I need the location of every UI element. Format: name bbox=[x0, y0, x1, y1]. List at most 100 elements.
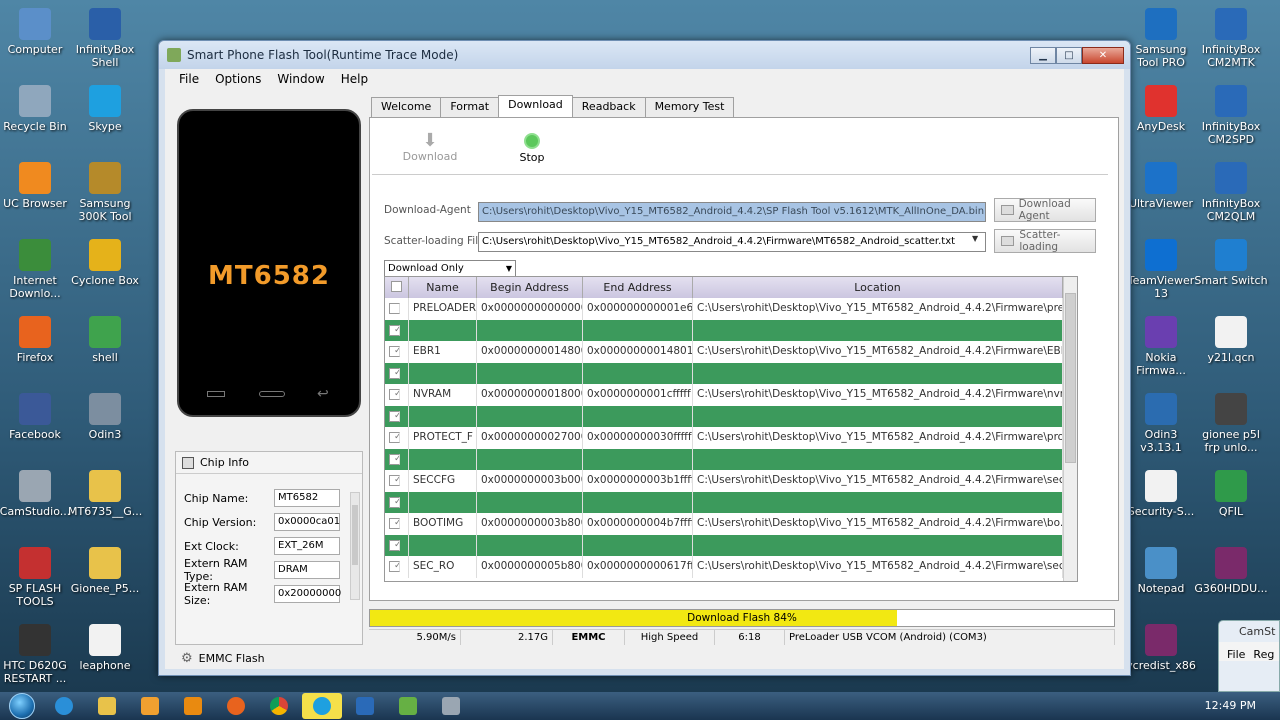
col-location[interactable]: Location bbox=[693, 277, 1063, 298]
taskbar-firefox[interactable] bbox=[216, 693, 256, 719]
desktop-icon[interactable]: leaphone bbox=[68, 624, 142, 672]
table-row[interactable]: ✓ bbox=[385, 534, 1077, 556]
desktop-icon[interactable]: Firefox bbox=[0, 316, 72, 364]
desktop-icon[interactable]: Recycle Bin bbox=[0, 85, 72, 133]
row-checkbox-cell[interactable]: ✓ bbox=[385, 362, 409, 384]
desktop-icon[interactable]: InfinityBox CM2QLM bbox=[1194, 162, 1268, 223]
tab-memory-test[interactable]: Memory Test bbox=[644, 97, 735, 117]
desktop-icon[interactable]: UC Browser bbox=[0, 162, 72, 210]
row-checkbox[interactable]: ✓ bbox=[389, 367, 400, 379]
desktop-icon[interactable]: TeamViewer 13 bbox=[1124, 239, 1198, 300]
row-checkbox-cell[interactable]: ✓ bbox=[385, 384, 409, 406]
row-checkbox[interactable]: ✓ bbox=[389, 475, 400, 486]
table-row[interactable]: ✓ EBR10x00000000014800000x00000000014801f… bbox=[385, 341, 1077, 363]
desktop-icon[interactable]: Computer bbox=[0, 8, 72, 56]
taskbar-device[interactable] bbox=[388, 693, 428, 719]
desktop-icon[interactable]: Nokia Firmwa... bbox=[1124, 316, 1198, 377]
desktop-icon[interactable]: Security-S... bbox=[1124, 470, 1198, 518]
table-row[interactable]: ✓ PROTECT_F0x00000000027000000x0000000003… bbox=[385, 427, 1077, 449]
menu-options[interactable]: Options bbox=[207, 72, 269, 86]
download-agent-field[interactable]: C:\Users\rohit\Desktop\Vivo_Y15_MT6582_A… bbox=[478, 202, 986, 222]
select-all-checkbox[interactable] bbox=[385, 277, 409, 298]
table-row[interactable]: PRELOADER0x00000000000000000x00000000000… bbox=[385, 298, 1077, 320]
col-begin-address[interactable]: Begin Address bbox=[477, 277, 583, 298]
tab-welcome[interactable]: Welcome bbox=[371, 97, 442, 117]
taskbar-paint[interactable] bbox=[130, 693, 170, 719]
desktop-icon[interactable]: Odin3 v3.13.1 bbox=[1124, 393, 1198, 454]
row-checkbox[interactable] bbox=[389, 303, 400, 314]
menu-window[interactable]: Window bbox=[269, 72, 332, 86]
row-checkbox[interactable]: ✓ bbox=[389, 324, 400, 336]
taskbar-clock[interactable]: 12:49 PM bbox=[1205, 699, 1256, 712]
row-checkbox-cell[interactable]: ✓ bbox=[385, 319, 409, 341]
row-checkbox[interactable]: ✓ bbox=[389, 496, 400, 508]
stop-button[interactable]: Stop bbox=[502, 132, 562, 164]
desktop-icon[interactable]: InfinityBox Shell bbox=[68, 8, 142, 69]
desktop-icon[interactable]: InfinityBox CM2MTK bbox=[1194, 8, 1268, 69]
row-checkbox-cell[interactable]: ✓ bbox=[385, 470, 409, 492]
row-checkbox[interactable]: ✓ bbox=[389, 346, 400, 357]
row-checkbox[interactable]: ✓ bbox=[389, 518, 400, 529]
desktop-icon[interactable]: CamStudio... bbox=[0, 470, 72, 518]
desktop-icon[interactable]: Skype bbox=[68, 85, 142, 133]
row-checkbox-cell[interactable]: ✓ bbox=[385, 513, 409, 535]
start-button[interactable] bbox=[0, 692, 44, 720]
camstudio-menu-reg[interactable]: Reg bbox=[1253, 648, 1274, 661]
maximize-button[interactable]: □ bbox=[1056, 47, 1082, 64]
tab-readback[interactable]: Readback bbox=[571, 97, 646, 117]
row-checkbox-cell[interactable]: ✓ bbox=[385, 491, 409, 513]
chip-info-value[interactable]: MT6582 bbox=[274, 489, 340, 507]
desktop-icon[interactable]: Notepad bbox=[1124, 547, 1198, 595]
chip-info-value[interactable]: 0x20000000 bbox=[274, 585, 341, 603]
desktop-icon[interactable]: AnyDesk bbox=[1124, 85, 1198, 133]
desktop-icon[interactable]: Samsung Tool PRO bbox=[1124, 8, 1198, 69]
desktop-icon[interactable]: UltraViewer bbox=[1124, 162, 1198, 210]
chip-info-value[interactable]: EXT_26M bbox=[274, 537, 340, 555]
desktop-icon[interactable]: Smart Switch bbox=[1194, 239, 1268, 287]
desktop-icon[interactable]: Gionee_P5... bbox=[68, 547, 142, 595]
row-checkbox[interactable]: ✓ bbox=[389, 561, 400, 572]
chip-info-value[interactable]: 0x0000ca01 bbox=[274, 513, 340, 531]
row-checkbox-cell[interactable]: ✓ bbox=[385, 341, 409, 363]
chip-info-scrollbar[interactable] bbox=[350, 492, 360, 600]
table-row[interactable]: ✓ BOOTIMG0x0000000003b800000x0000000004b7… bbox=[385, 513, 1077, 535]
row-checkbox-cell[interactable]: ✓ bbox=[385, 448, 409, 470]
row-checkbox[interactable]: ✓ bbox=[389, 453, 400, 465]
taskbar-explorer[interactable] bbox=[87, 693, 127, 719]
row-checkbox[interactable]: ✓ bbox=[389, 410, 400, 422]
desktop-icon[interactable]: Facebook bbox=[0, 393, 72, 441]
row-checkbox[interactable]: ✓ bbox=[389, 389, 400, 400]
camstudio-menu-file[interactable]: File bbox=[1227, 648, 1245, 661]
chip-info-header[interactable]: Chip Info bbox=[176, 452, 362, 474]
desktop-icon[interactable]: InfinityBox CM2SPD bbox=[1194, 85, 1268, 146]
desktop-icon[interactable]: QFIL bbox=[1194, 470, 1268, 518]
chip-info-value[interactable]: DRAM bbox=[274, 561, 340, 579]
table-scrollbar[interactable] bbox=[1063, 277, 1077, 581]
camstudio-window[interactable]: CamSt File Reg bbox=[1218, 620, 1280, 692]
col-name[interactable]: Name bbox=[409, 277, 477, 298]
row-checkbox-cell[interactable] bbox=[385, 298, 409, 320]
taskbar-chrome[interactable] bbox=[259, 693, 299, 719]
desktop-icon[interactable]: Odin3 bbox=[68, 393, 142, 441]
scatter-file-field[interactable]: C:\Users\rohit\Desktop\Vivo_Y15_MT6582_A… bbox=[478, 232, 986, 252]
download-button[interactable]: ⬇ Download bbox=[400, 132, 460, 164]
row-checkbox-cell[interactable]: ✓ bbox=[385, 556, 409, 578]
emmc-flash-header[interactable]: ⚙ EMMC Flash bbox=[175, 645, 363, 671]
menu-help[interactable]: Help bbox=[333, 72, 376, 86]
tab-format[interactable]: Format bbox=[440, 97, 500, 117]
close-button[interactable]: ✕ bbox=[1082, 47, 1124, 64]
title-bar[interactable]: Smart Phone Flash Tool(Runtime Trace Mod… bbox=[159, 41, 1130, 69]
desktop-icon[interactable]: y21l.qcn bbox=[1194, 316, 1268, 364]
table-row[interactable]: ✓ bbox=[385, 319, 1077, 341]
table-row[interactable]: ✓ bbox=[385, 491, 1077, 513]
table-row[interactable]: ✓ bbox=[385, 362, 1077, 384]
taskbar-skype[interactable] bbox=[302, 693, 342, 719]
desktop-icon[interactable]: MT6735__G... bbox=[68, 470, 142, 518]
taskbar-flashtool[interactable] bbox=[345, 693, 385, 719]
table-row[interactable]: ✓ SEC_RO0x0000000005b800000x0000000000617… bbox=[385, 556, 1077, 578]
table-row[interactable]: ✓ bbox=[385, 448, 1077, 470]
row-checkbox[interactable]: ✓ bbox=[389, 539, 400, 551]
desktop-icon[interactable]: Internet Downlo... bbox=[0, 239, 72, 300]
row-checkbox[interactable]: ✓ bbox=[389, 432, 400, 443]
minimize-button[interactable]: ▁ bbox=[1030, 47, 1056, 64]
